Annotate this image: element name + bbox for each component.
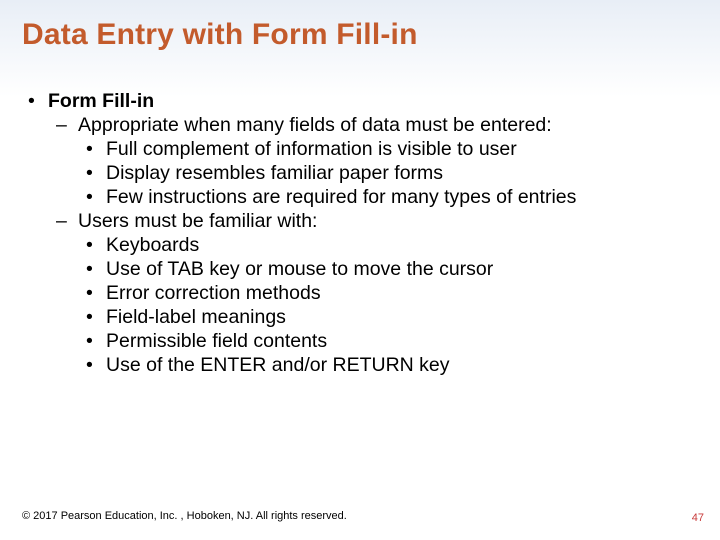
bullet-l2-text: Appropriate when many fields of data mus…	[78, 114, 552, 136]
bullet-l3-text: Keyboards	[106, 234, 199, 256]
bullet-l1-label: Form Fill-in	[48, 90, 154, 112]
bullet-l3-text: Field-label meanings	[106, 306, 286, 328]
bullet-l3: Use of TAB key or mouse to move the curs…	[78, 258, 694, 282]
bullet-l3: Use of the ENTER and/or RETURN key	[78, 354, 694, 378]
bullet-l3: Keyboards	[78, 234, 694, 258]
slide-title: Data Entry with Form Fill-in	[0, 0, 720, 52]
bullet-l3: Error correction methods	[78, 282, 694, 306]
bullet-l3-text: Full complement of information is visibl…	[106, 138, 517, 160]
bullet-l3-text: Use of the ENTER and/or RETURN key	[106, 354, 450, 376]
bullet-l2: Appropriate when many fields of data mus…	[48, 114, 694, 210]
bullet-l2: Users must be familiar with: Keyboards U…	[48, 210, 694, 378]
bullet-l3: Permissible field contents	[78, 330, 694, 354]
copyright-footer: © 2017 Pearson Education, Inc. , Hoboken…	[22, 510, 347, 522]
bullet-l3-text: Few instructions are required for many t…	[106, 186, 576, 208]
bullet-l2-text: Users must be familiar with:	[78, 210, 317, 232]
bullet-l3-text: Use of TAB key or mouse to move the curs…	[106, 258, 493, 280]
bullet-l3-text: Error correction methods	[106, 282, 321, 304]
bullet-l1: Form Fill-in Appropriate when many field…	[26, 90, 694, 378]
bullet-l3: Display resembles familiar paper forms	[78, 162, 694, 186]
page-number: 47	[692, 512, 704, 524]
bullet-l3: Few instructions are required for many t…	[78, 186, 694, 210]
bullet-l3-text: Display resembles familiar paper forms	[106, 162, 443, 184]
bullet-l3: Full complement of information is visibl…	[78, 138, 694, 162]
slide: Data Entry with Form Fill-in Form Fill-i…	[0, 0, 720, 540]
bullet-l3: Field-label meanings	[78, 306, 694, 330]
bullet-l3-text: Permissible field contents	[106, 330, 327, 352]
slide-content: Form Fill-in Appropriate when many field…	[0, 52, 720, 378]
